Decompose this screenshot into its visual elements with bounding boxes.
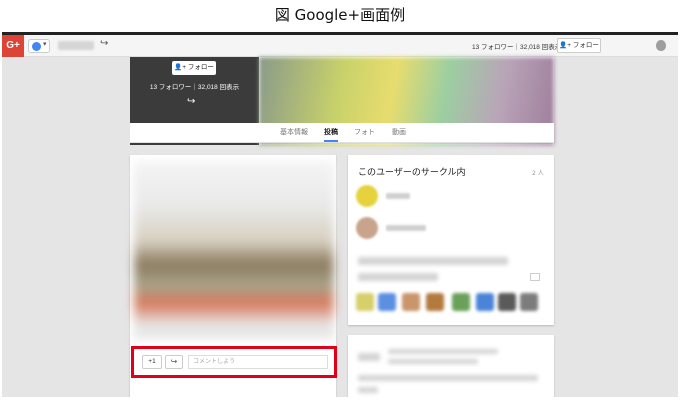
blurred-text xyxy=(388,349,498,354)
header-stats: 13 フォロワー｜32,018 回表示 xyxy=(472,44,562,51)
profile-stats: 13 フォロワー｜32,018 回表示 xyxy=(149,84,240,91)
thumbnail[interactable] xyxy=(378,293,396,311)
avatar[interactable] xyxy=(356,217,378,239)
user-name-blurred xyxy=(58,41,94,50)
blurred-text xyxy=(358,273,438,281)
header-follow-button[interactable]: 👤+ フォロー xyxy=(557,38,601,53)
chevron-right-icon[interactable] xyxy=(530,273,540,281)
header-follow-label: フォロー xyxy=(572,42,599,49)
share-icon[interactable]: ↪ xyxy=(100,38,108,49)
post-card xyxy=(348,335,554,397)
account-switcher[interactable]: ▾ xyxy=(28,39,50,53)
blurred-text xyxy=(358,353,380,361)
gplus-logo[interactable]: G+ xyxy=(2,35,24,57)
user-icon xyxy=(32,42,41,51)
figure-caption: 図 Google+画面例 xyxy=(274,6,406,24)
browser-screen: G+ ▾ ↪ 13 フォロワー｜32,018 回表示 👤+ フォロー 👤+ フォ… xyxy=(2,35,678,397)
add-person-icon: 👤+ xyxy=(559,42,573,49)
blurred-text xyxy=(358,387,378,393)
thumbnail[interactable] xyxy=(356,293,374,311)
avatar[interactable] xyxy=(356,185,378,207)
thumbnail[interactable] xyxy=(476,293,494,311)
notification-icon[interactable] xyxy=(656,40,666,51)
circles-card: このユーザーのサークル内 2 人 xyxy=(348,155,554,325)
tab-posts[interactable]: 投稿 xyxy=(324,127,338,142)
thumbnail[interactable] xyxy=(520,293,538,311)
blurred-text xyxy=(358,257,508,265)
thumbnail[interactable] xyxy=(402,293,420,311)
profile-tabs: 基本情報 投稿 フォト 動画 xyxy=(130,123,554,143)
tab-videos[interactable]: 動画 xyxy=(392,127,406,137)
share-icon[interactable]: ↪ xyxy=(187,96,195,107)
circles-title: このユーザーのサークル内 xyxy=(358,168,466,178)
thumbnail[interactable] xyxy=(498,293,516,311)
blurred-text xyxy=(358,375,538,381)
add-person-icon: 👤+ xyxy=(174,64,188,71)
follow-label: フォロー xyxy=(187,64,214,71)
app-bar: G+ ▾ ↪ 13 フォロワー｜32,018 回表示 👤+ フォロー xyxy=(2,35,678,57)
person-name-blurred xyxy=(386,193,410,199)
blurred-text xyxy=(388,359,478,364)
person-name-blurred xyxy=(386,225,426,231)
thumbnail[interactable] xyxy=(452,293,470,311)
thumbnail[interactable] xyxy=(426,293,444,311)
chevron-down-icon: ▾ xyxy=(43,40,47,48)
post-image[interactable] xyxy=(134,161,334,339)
highlight-frame xyxy=(131,346,337,378)
tab-photos[interactable]: フォト xyxy=(354,127,375,137)
tab-about[interactable]: 基本情報 xyxy=(280,127,308,137)
circles-count: 2 人 xyxy=(532,170,544,177)
follow-button[interactable]: 👤+ フォロー xyxy=(172,61,216,75)
